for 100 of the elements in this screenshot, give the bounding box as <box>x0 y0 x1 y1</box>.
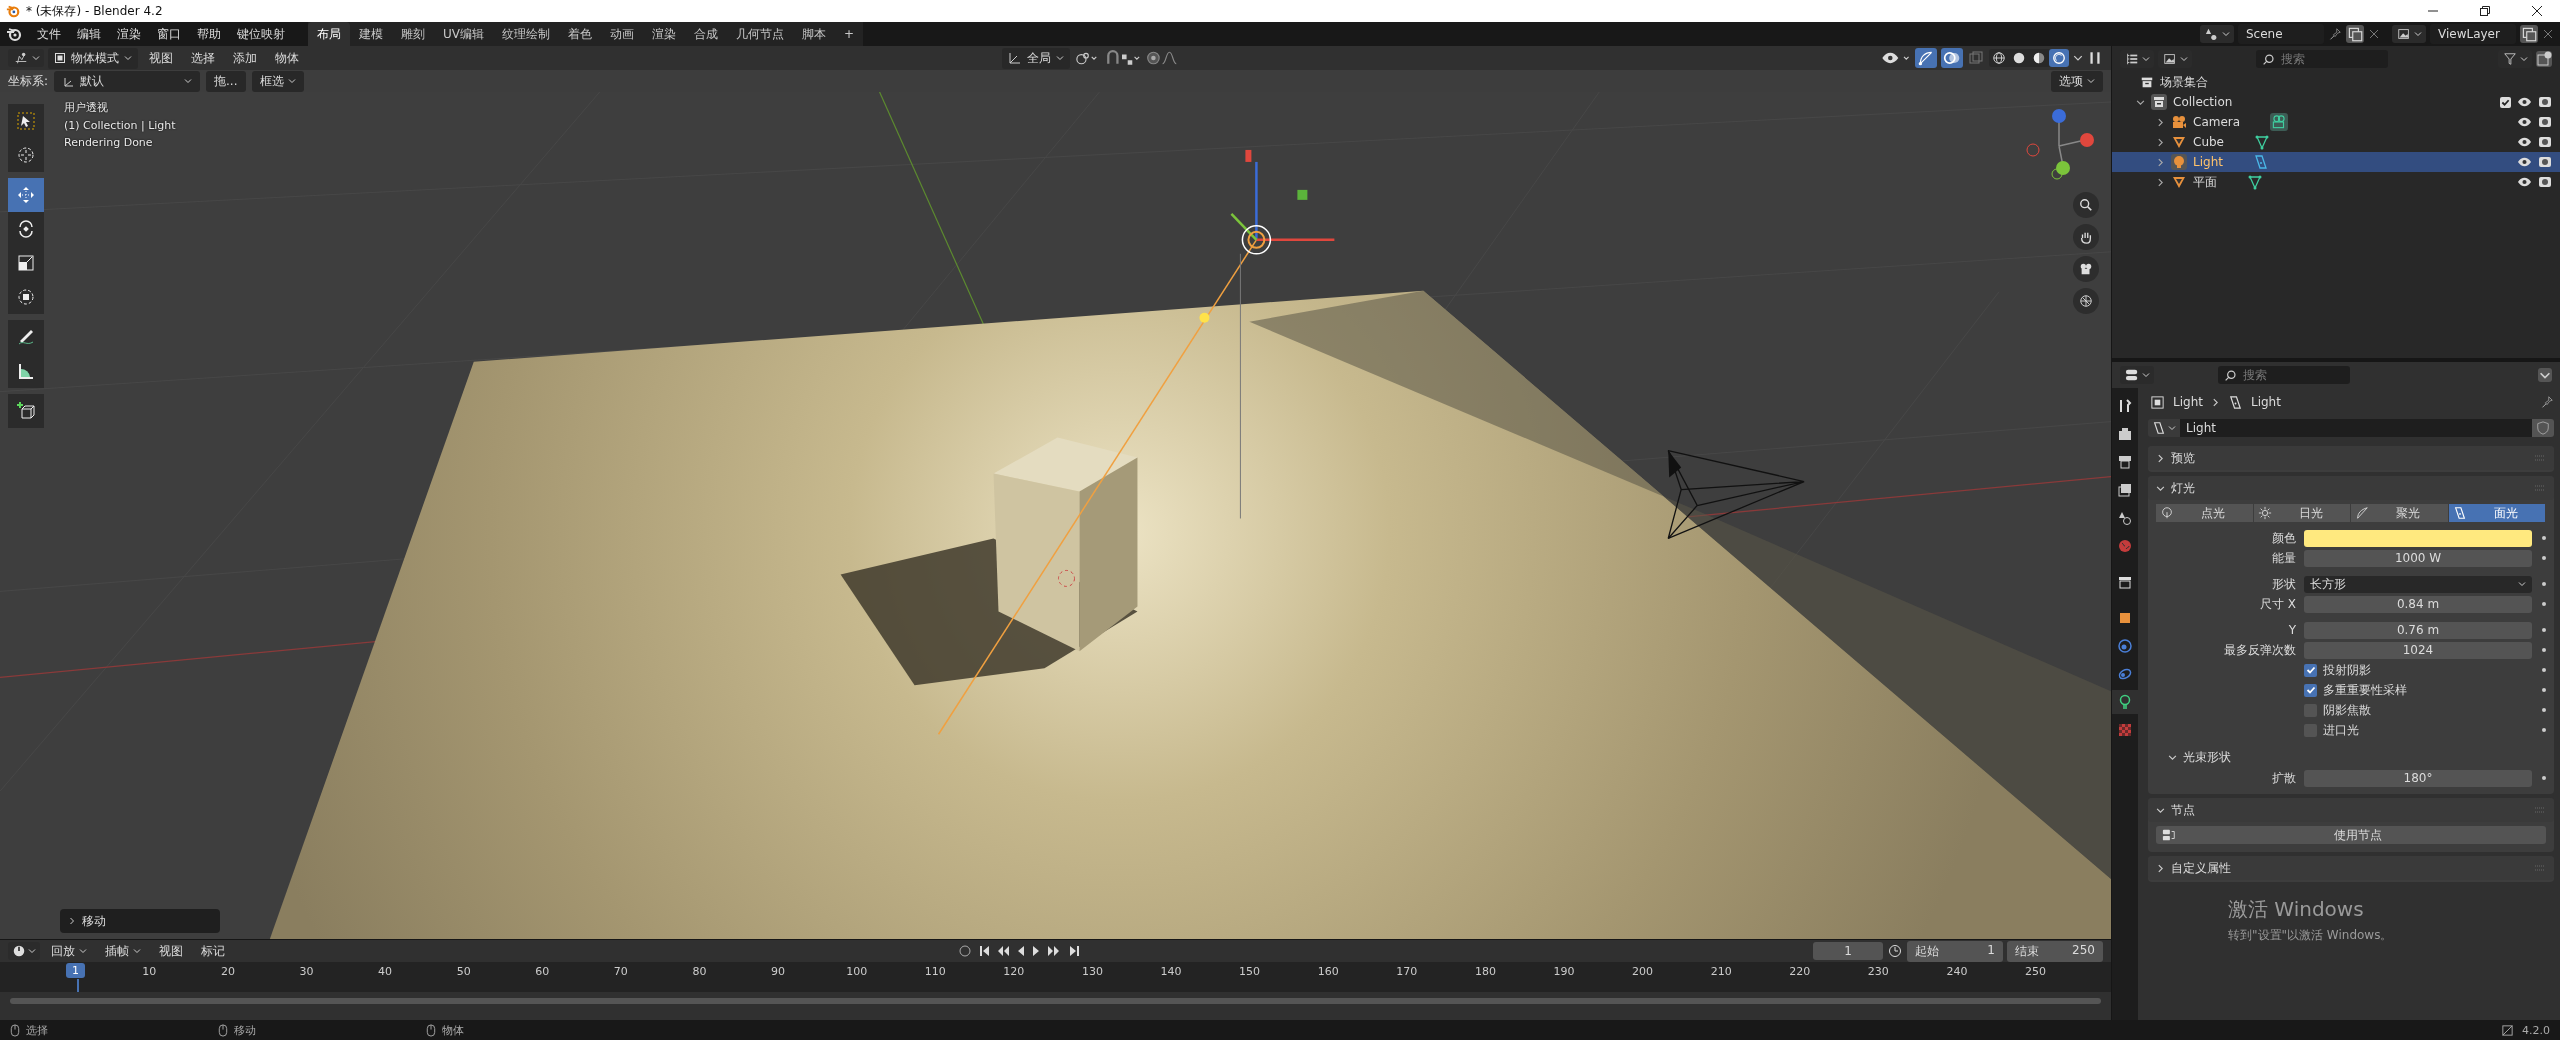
camera-icon[interactable] <box>2538 155 2552 169</box>
eye-icon[interactable] <box>2517 176 2532 188</box>
close-icon[interactable] <box>2542 28 2554 40</box>
add-workspace-button[interactable]: + <box>835 23 864 45</box>
camera-icon[interactable] <box>2538 115 2552 129</box>
gizmo-icon[interactable] <box>1915 48 1937 68</box>
cube[interactable] <box>993 437 1138 652</box>
workspace-tab[interactable]: 雕刻 <box>392 21 434 47</box>
area-light-data-icon[interactable] <box>2252 154 2269 170</box>
scene-collection-label[interactable]: 场景集合 <box>2160 73 2208 91</box>
object-name[interactable]: Light <box>2193 155 2223 169</box>
camera-wireframe-drawing[interactable] <box>1667 449 1805 540</box>
subpanel-header[interactable]: 光束形状 <box>2148 746 2554 768</box>
outliner-row[interactable]: Cube <box>2112 132 2560 152</box>
search-field[interactable]: 搜索 <box>2256 50 2388 68</box>
keyframe-dot-icon[interactable] <box>2542 602 2546 606</box>
timeline-ruler[interactable]: 1 10 20 30 40 50 60 70 80 90 100 110 120 130 140 150 160 170 180 190 200 210 220 230 240 250 <box>0 962 2111 992</box>
menu-item[interactable]: 编辑 <box>70 23 108 45</box>
keyframe-dot-icon[interactable] <box>2542 708 2546 712</box>
transform-tool-button[interactable] <box>8 280 44 314</box>
number-field[interactable]: 180° <box>2304 769 2532 787</box>
end-frame-field[interactable]: 结束 250 <box>2007 940 2103 962</box>
menu-item[interactable]: 窗口 <box>150 23 188 45</box>
record-icon[interactable] <box>956 944 973 958</box>
lit-ground-plane[interactable] <box>269 290 2111 939</box>
add-cube-tool-button[interactable] <box>8 394 44 428</box>
duplicate-icon[interactable] <box>2520 25 2538 43</box>
coordinate-system-dropdown[interactable]: 默认 <box>54 70 201 92</box>
view-layer-name-field[interactable]: ViewLayer <box>2430 24 2516 44</box>
keyframe-dot-icon[interactable] <box>2542 648 2546 652</box>
editor-type-selector[interactable] <box>8 942 40 960</box>
select-tool-button[interactable] <box>8 104 44 138</box>
keyframe-dot-icon[interactable] <box>2542 582 2546 586</box>
camera-icon[interactable] <box>2538 175 2552 189</box>
light-type-button[interactable]: 聚光 <box>2351 504 2449 522</box>
mesh-data-icon[interactable] <box>2254 134 2270 150</box>
rendered-shading-button[interactable] <box>2049 49 2069 67</box>
workspace-tab[interactable]: 脚本 <box>793 21 835 47</box>
outliner-row[interactable]: Camera <box>2112 112 2560 132</box>
shape-dropdown[interactable]: 长方形 <box>2304 575 2532 593</box>
menu-item[interactable]: 添加 <box>226 47 264 69</box>
keyframe-dot-icon[interactable] <box>2542 556 2546 560</box>
orientation-dropdown[interactable]: 全局 <box>1001 47 1070 69</box>
datablock-name-field[interactable]: Light <box>2180 419 2532 437</box>
collection-name[interactable]: Collection <box>2173 95 2233 109</box>
camera-icon[interactable] <box>2538 135 2552 149</box>
scene-selector[interactable] <box>2200 25 2234 43</box>
workspace-tab[interactable]: 动画 <box>601 21 643 47</box>
exclude-checkbox[interactable] <box>2500 96 2511 108</box>
editor-type-selector[interactable] <box>8 49 44 67</box>
number-field[interactable]: 1000 W <box>2304 549 2532 567</box>
outliner-row[interactable]: Light <box>2112 152 2560 172</box>
view-layer-selector[interactable] <box>2392 25 2426 43</box>
object-name[interactable]: 平面 <box>2193 173 2217 191</box>
keyframe-dot-icon[interactable] <box>2542 728 2546 732</box>
eye-icon[interactable] <box>2517 116 2532 128</box>
pivot-icon[interactable] <box>1073 50 1098 66</box>
caret-icon[interactable] <box>2538 368 2552 382</box>
current-frame-field[interactable]: 1 <box>1813 942 1883 960</box>
duplicate-icon[interactable] <box>2346 25 2364 43</box>
editor-type-selector[interactable] <box>2120 366 2154 384</box>
measure-tool-button[interactable] <box>8 354 44 388</box>
pause-icon[interactable] <box>2087 50 2103 66</box>
workspace-tab[interactable]: UV编辑 <box>434 21 493 47</box>
cursor-tool-button[interactable] <box>8 138 44 172</box>
camera-data-icon[interactable] <box>2270 113 2289 131</box>
light-type-button[interactable]: 面光 <box>2448 504 2546 522</box>
annotate-tool-button[interactable] <box>8 320 44 354</box>
light-data-tab[interactable] <box>2112 690 2138 714</box>
move-gizmo-with-light[interactable] <box>1230 149 1335 255</box>
light-datablock-selector[interactable] <box>2148 419 2180 437</box>
menu-item[interactable]: 视图 <box>142 47 180 69</box>
menu-item[interactable]: 帮助 <box>190 23 228 45</box>
keyframe-dot-icon[interactable] <box>2542 688 2546 692</box>
number-field[interactable]: 0.76 m <box>2304 621 2532 639</box>
menu-item[interactable]: 渲染 <box>110 23 148 45</box>
mode-dropdown[interactable]: 物体模式 <box>48 47 138 69</box>
workspace-tab[interactable]: 合成 <box>685 21 727 47</box>
search-field[interactable]: 搜索 <box>2218 366 2350 384</box>
timeline-scrollbar[interactable] <box>10 998 2101 1004</box>
eye-icon[interactable] <box>2517 156 2532 168</box>
visibility-icon[interactable] <box>1881 50 1911 66</box>
use-nodes-button[interactable]: 使用节点 <box>2156 826 2546 844</box>
keyframe-dot-icon[interactable] <box>2542 536 2546 540</box>
last-operation-panel[interactable]: 移动 <box>60 909 220 933</box>
object-name[interactable]: Cube <box>2193 135 2224 149</box>
options-dropdown[interactable]: 选项 <box>2051 70 2103 92</box>
playhead-marker[interactable]: 1 <box>66 963 85 978</box>
caret-icon[interactable] <box>2073 53 2083 63</box>
blender-logo-icon[interactable] <box>6 26 22 42</box>
pin-icon[interactable] <box>2328 27 2342 41</box>
menu-item[interactable]: 物体 <box>268 47 306 69</box>
clock-icon[interactable] <box>1887 944 1903 958</box>
keyframe-dot-icon[interactable] <box>2542 628 2546 632</box>
workspace-tab[interactable]: 建模 <box>350 21 392 47</box>
menu-item[interactable]: 文件 <box>30 23 68 45</box>
light-type-button[interactable]: 点光 <box>2156 504 2254 522</box>
menu-item[interactable]: 键位映射 <box>230 23 292 45</box>
menu-item[interactable]: 选择 <box>184 47 222 69</box>
workspace-tab[interactable]: 几何节点 <box>727 21 793 47</box>
